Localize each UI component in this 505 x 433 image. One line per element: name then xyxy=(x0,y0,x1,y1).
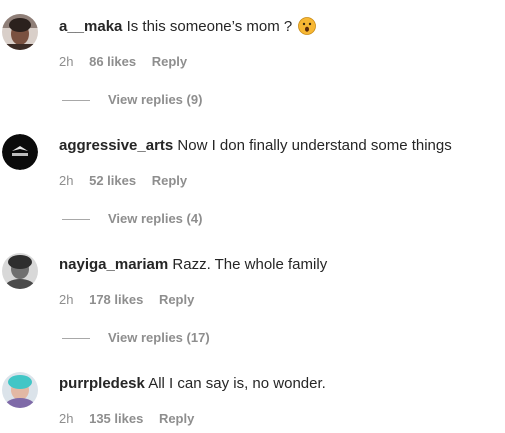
comment-text: Razz. The whole family xyxy=(172,256,328,273)
comment-text: All I can say is, no wonder. xyxy=(148,375,326,392)
view-replies-button[interactable]: View replies (4) xyxy=(62,211,202,227)
avatar-photo-icon xyxy=(2,253,38,289)
comment-likes[interactable]: 52 likes xyxy=(89,173,136,189)
reply-button[interactable]: Reply xyxy=(152,173,187,189)
comment-time: 2h xyxy=(59,292,74,307)
reply-button[interactable]: Reply xyxy=(152,54,187,70)
view-replies-button[interactable]: View replies (9) xyxy=(62,92,202,108)
reply-button[interactable]: Reply xyxy=(159,292,194,308)
divider-dash xyxy=(62,99,90,101)
avatar-photo-icon xyxy=(2,14,38,50)
view-replies-label: View replies (17) xyxy=(108,330,210,345)
avatar-photo-icon xyxy=(2,372,38,408)
reply-button[interactable]: Reply xyxy=(159,411,194,427)
comment-username[interactable]: nayiga_mariam xyxy=(59,256,168,273)
comment-text: Is this someone’s mom ? xyxy=(126,18,293,35)
comment-text: Now I don finally understand some things xyxy=(177,137,452,154)
comment-likes[interactable]: 86 likes xyxy=(89,54,136,70)
comment-username[interactable]: purrpledesk xyxy=(59,375,145,392)
comment-time: 2h xyxy=(59,173,74,188)
view-replies-button[interactable]: View replies (17) xyxy=(62,330,210,346)
brand-logo-avatar-icon xyxy=(2,134,38,170)
avatar[interactable] xyxy=(2,14,38,50)
comment-username[interactable]: aggressive_arts xyxy=(59,137,173,154)
astonished-face-emoji-icon xyxy=(298,17,317,35)
comment-time: 2h xyxy=(59,54,74,69)
avatar[interactable] xyxy=(2,134,38,170)
divider-dash xyxy=(62,337,90,339)
comment-likes[interactable]: 135 likes xyxy=(89,411,143,427)
comment-time: 2h xyxy=(59,411,74,426)
comment-likes[interactable]: 178 likes xyxy=(89,292,143,308)
view-replies-label: View replies (9) xyxy=(108,92,203,107)
comment-username[interactable]: a__maka xyxy=(59,18,122,35)
view-replies-label: View replies (4) xyxy=(108,211,203,226)
divider-dash xyxy=(62,218,90,220)
avatar[interactable] xyxy=(2,253,38,289)
avatar[interactable] xyxy=(2,372,38,408)
